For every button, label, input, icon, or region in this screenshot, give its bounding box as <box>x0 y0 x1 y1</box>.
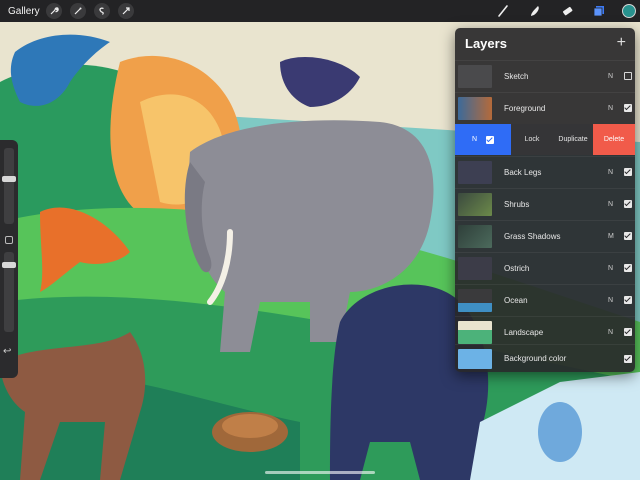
wand-icon[interactable] <box>70 3 86 19</box>
layer-name: Shrubs <box>504 199 530 209</box>
layer-thumbnail <box>458 288 492 312</box>
wrench-icon[interactable] <box>46 3 62 19</box>
layer-row-background-color[interactable]: Background color <box>455 344 635 372</box>
layer-row-sketch[interactable]: Sketch N <box>455 60 635 91</box>
add-layer-button[interactable]: + <box>617 34 626 52</box>
opacity-handle[interactable] <box>2 262 16 268</box>
brush-icon[interactable] <box>494 2 512 20</box>
layer-row-ostrich[interactable]: Ostrich N <box>455 252 635 283</box>
visibility-checkbox[interactable] <box>624 104 632 112</box>
layer-row-ocean[interactable]: Ocean N <box>455 284 635 315</box>
layer-row-landscape[interactable]: Landscape N <box>455 316 635 347</box>
layers-header: Layers + <box>455 28 635 58</box>
transform-arrow-icon[interactable] <box>118 3 134 19</box>
layer-row-shrubs[interactable]: Shrubs N <box>455 188 635 219</box>
layer-thumbnail <box>458 256 492 280</box>
selection-icon[interactable] <box>94 3 110 19</box>
undo-button[interactable]: ↩ <box>3 346 11 357</box>
procreate-app: Gallery ↩ Layers + Sketch N Foreground N… <box>0 0 640 480</box>
visibility-checkbox[interactable] <box>624 328 632 336</box>
layer-thumbnail <box>458 192 492 216</box>
layer-name: Ostrich <box>504 263 530 273</box>
layers-title: Layers <box>465 35 507 51</box>
blend-mode-button[interactable]: N <box>608 329 624 336</box>
layers-icon[interactable] <box>590 2 608 20</box>
duplicate-layer-button[interactable]: Duplicate <box>553 124 593 155</box>
layer-name: Landscape <box>504 327 544 337</box>
visibility-checkbox[interactable] <box>624 354 632 363</box>
smudge-icon[interactable] <box>526 2 544 20</box>
blend-mode-button[interactable]: N <box>608 169 624 176</box>
layer-name: Background color <box>504 354 567 363</box>
visibility-checkbox[interactable] <box>624 72 632 80</box>
brush-size-slider[interactable] <box>4 148 14 224</box>
visibility-checkbox[interactable] <box>624 264 632 272</box>
lock-layer-button[interactable]: Lock <box>511 124 553 155</box>
layer-name: Back Legs <box>504 167 542 177</box>
layer-name: Grass Shadows <box>504 231 561 241</box>
eraser-icon[interactable] <box>558 2 576 20</box>
home-indicator <box>265 471 375 474</box>
visibility-checkbox[interactable] <box>624 168 632 176</box>
visibility-checkbox[interactable] <box>624 200 632 208</box>
brush-size-handle[interactable] <box>2 176 16 182</box>
eyedropper-modify-button[interactable] <box>5 236 13 244</box>
top-toolbar: Gallery <box>0 0 640 22</box>
layer-thumbnail <box>458 160 492 184</box>
selected-layer[interactable]: N <box>455 124 511 155</box>
layer-row-back-legs[interactable]: Back Legs N <box>455 156 635 187</box>
layer-thumbnail <box>458 224 492 248</box>
blend-mode-button[interactable]: N <box>608 201 624 208</box>
selected-layer-swipe-row[interactable]: N Lock Duplicate Delete <box>455 124 635 155</box>
background-color-swatch[interactable] <box>458 348 492 369</box>
visibility-checkbox[interactable] <box>624 296 632 304</box>
left-sidebar: ↩ <box>0 140 18 378</box>
blend-mode-button[interactable]: M <box>608 233 624 240</box>
blend-mode-button[interactable]: N <box>608 105 624 112</box>
blend-mode-button[interactable]: N <box>608 297 624 304</box>
layer-row-foreground[interactable]: Foreground N <box>455 92 635 123</box>
layer-name: Foreground <box>504 103 546 113</box>
blend-mode-button[interactable]: N <box>472 136 486 143</box>
tool-group <box>480 2 636 20</box>
visibility-checkbox[interactable] <box>486 135 494 144</box>
layer-thumbnail <box>458 320 492 344</box>
layer-row-grass-shadows[interactable]: Grass Shadows M <box>455 220 635 251</box>
layer-name: Ocean <box>504 295 528 305</box>
layer-name: Sketch <box>504 71 529 81</box>
layer-thumbnail <box>458 64 492 88</box>
gallery-button[interactable]: Gallery <box>0 6 40 17</box>
visibility-checkbox[interactable] <box>624 232 632 240</box>
blend-mode-button[interactable]: N <box>608 73 624 80</box>
delete-layer-button[interactable]: Delete <box>593 124 635 155</box>
layer-thumbnail <box>458 96 492 120</box>
blend-mode-button[interactable]: N <box>608 265 624 272</box>
color-picker-swatch[interactable] <box>622 4 636 18</box>
layers-panel: Layers + Sketch N Foreground N N Lock Du… <box>455 28 635 372</box>
